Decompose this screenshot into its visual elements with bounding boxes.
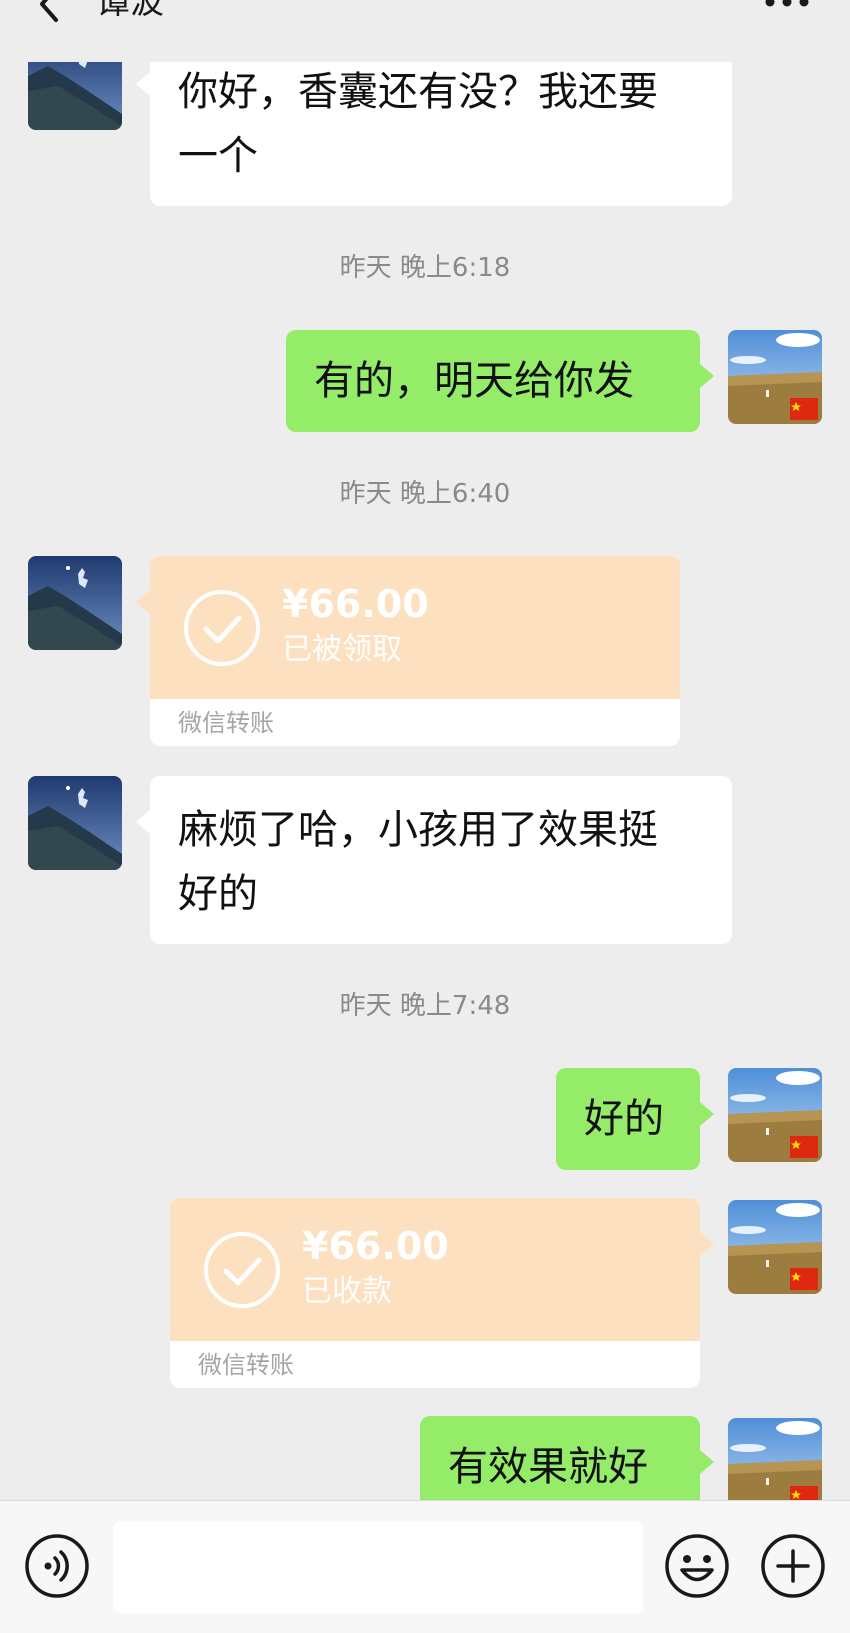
message-text: 一个 — [178, 133, 258, 179]
chat-header: 谭波 — [0, 0, 850, 62]
emoji-icon[interactable] — [664, 1533, 730, 1599]
transfer-card-footer: 微信转账 — [150, 699, 680, 746]
message-text: 有的，明天给你发 — [314, 358, 634, 404]
transfer-label: 微信转账 — [178, 709, 274, 737]
transfer-label: 微信转账 — [198, 1351, 294, 1379]
transfer-amount: ¥66.00 — [302, 1224, 449, 1268]
timestamp: 昨天 晚上7:48 — [339, 991, 511, 1021]
check-circle-icon — [204, 1232, 280, 1308]
contact-avatar[interactable] — [28, 556, 122, 650]
my-avatar[interactable] — [728, 330, 822, 424]
chat-area: 你好，香囊还有没？我还要 一个 昨天 晚上6:18 有的，明天给你发 昨天 晚上… — [0, 0, 850, 1500]
my-avatar[interactable] — [728, 1418, 822, 1500]
transfer-card-sent[interactable]: ¥66.00 已收款 微信转账 — [170, 1198, 714, 1388]
message-input[interactable] — [113, 1521, 643, 1613]
timestamp: 昨天 晚上6:18 — [339, 253, 511, 283]
transfer-amount: ¥66.00 — [282, 582, 429, 626]
message-text: 好的 — [584, 1096, 664, 1142]
message-bubble-sent[interactable]: 有效果就好 — [420, 1416, 714, 1500]
input-bar — [0, 1500, 850, 1633]
message-bubble-received[interactable]: 你好，香囊还有没？我还要 一个 — [136, 38, 732, 206]
plus-icon[interactable] — [760, 1533, 826, 1599]
my-avatar[interactable] — [728, 1068, 822, 1162]
message-text: 麻烦了哈，小孩用了效果挺 — [178, 807, 658, 853]
my-avatar[interactable] — [728, 1200, 822, 1294]
message-bubble-received[interactable]: 麻烦了哈，小孩用了效果挺 好的 — [136, 776, 732, 944]
message-text: 你好，香囊还有没？我还要 — [178, 69, 658, 115]
more-dots-icon[interactable] — [764, 0, 810, 14]
message-text: 好的 — [178, 871, 258, 917]
transfer-status: 已收款 — [302, 1274, 392, 1309]
contact-avatar[interactable] — [28, 776, 122, 870]
transfer-card-received[interactable]: ¥66.00 已被领取 微信转账 — [136, 556, 680, 746]
message-bubble-sent[interactable]: 好的 — [556, 1068, 714, 1170]
timestamp: 昨天 晚上6:40 — [339, 479, 511, 509]
voice-icon[interactable] — [24, 1533, 90, 1599]
transfer-card-footer: 微信转账 — [170, 1341, 700, 1388]
chevron-left-icon[interactable] — [30, 0, 70, 26]
transfer-card-body: ¥66.00 已收款 — [170, 1198, 714, 1341]
message-text: 有效果就好 — [448, 1444, 648, 1490]
check-circle-icon — [184, 590, 260, 666]
message-bubble-sent[interactable]: 有的，明天给你发 — [286, 330, 714, 432]
transfer-status: 已被领取 — [282, 632, 402, 667]
chat-title: 谭波 — [96, 0, 164, 22]
transfer-card-body: ¥66.00 已被领取 — [136, 556, 680, 699]
